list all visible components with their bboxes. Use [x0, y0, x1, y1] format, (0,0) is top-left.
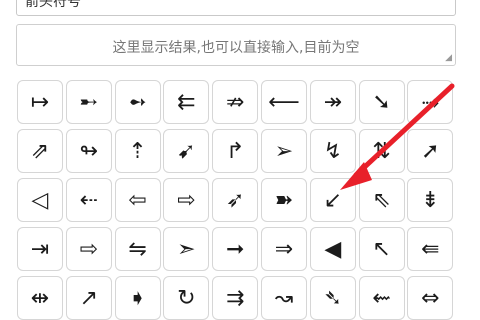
- symbol-button[interactable]: ⇉: [212, 276, 259, 320]
- symbol-button[interactable]: ➽: [260, 178, 307, 222]
- symbol-button[interactable]: ⇋: [114, 227, 161, 271]
- symbol-grid: ↦ ➸ ➻ ⇇ ⇏ ⟵ ↠ ➘ ⤑ ⇗ ↬ ⇡ ➹ ↱ ➢ ↯ ⇅ ➚ ◁ ⇠ ⇦ ⇨ ➶ ➽ ↙ ⇖ ⇟ ⇥ ⇨ ⇋ ➣ ➞ ⇒ ◀ ↖ ⇚ ⇹ ↗ ➧ ↻…: [17, 80, 454, 320]
- symbol-button[interactable]: ➢: [260, 129, 307, 173]
- symbol-button[interactable]: ↬: [65, 129, 112, 173]
- symbol-button[interactable]: ➻: [114, 80, 161, 124]
- resize-grip-icon[interactable]: ◢: [445, 54, 452, 63]
- symbol-button[interactable]: ◁: [17, 178, 63, 222]
- symbol-button[interactable]: ➴: [309, 276, 356, 320]
- symbol-button[interactable]: ⇦: [114, 178, 161, 222]
- symbol-button[interactable]: ➶: [212, 178, 259, 222]
- result-textarea[interactable]: 这里显示结果,也可以直接输入,目前为空 ◢: [16, 24, 456, 66]
- symbol-button[interactable]: ⇨: [163, 178, 210, 222]
- search-input[interactable]: 箭头符号: [16, 0, 456, 16]
- symbol-button[interactable]: ⇡: [114, 129, 161, 173]
- symbol-button[interactable]: ⇅: [358, 129, 405, 173]
- symbol-button[interactable]: ↦: [17, 80, 63, 124]
- symbol-button[interactable]: ⇔: [407, 276, 454, 320]
- symbol-button[interactable]: ⇚: [407, 227, 454, 271]
- symbol-button[interactable]: ↝: [260, 276, 307, 320]
- symbol-button[interactable]: ➹: [163, 129, 210, 173]
- result-placeholder: 这里显示结果,也可以直接输入,目前为空: [112, 40, 360, 56]
- symbol-button[interactable]: ↗: [65, 276, 112, 320]
- symbol-button[interactable]: ⤑: [407, 80, 454, 124]
- symbol-button[interactable]: ↯: [309, 129, 356, 173]
- symbol-button[interactable]: ⇇: [163, 80, 210, 124]
- symbol-button[interactable]: ⇹: [17, 276, 63, 320]
- symbol-button[interactable]: ↙: [309, 178, 356, 222]
- symbol-button[interactable]: ⇠: [65, 178, 112, 222]
- symbol-button[interactable]: ⇒: [260, 227, 307, 271]
- symbol-button[interactable]: ↻: [163, 276, 210, 320]
- symbol-button[interactable]: ⇟: [407, 178, 454, 222]
- symbol-button[interactable]: ↖: [358, 227, 405, 271]
- symbol-button[interactable]: ⇗: [17, 129, 63, 173]
- symbol-button[interactable]: ⟵: [260, 80, 307, 124]
- symbol-button[interactable]: ◀: [309, 227, 356, 271]
- symbol-button[interactable]: ➸: [65, 80, 112, 124]
- symbol-button[interactable]: ➧: [114, 276, 161, 320]
- symbol-button[interactable]: ↱: [212, 129, 259, 173]
- symbol-button[interactable]: ⇨: [65, 227, 112, 271]
- symbol-button[interactable]: ➣: [163, 227, 210, 271]
- symbol-button[interactable]: ⇜: [358, 276, 405, 320]
- symbol-button[interactable]: ⇏: [212, 80, 259, 124]
- symbol-button[interactable]: ⇥: [17, 227, 63, 271]
- symbol-button[interactable]: ↠: [309, 80, 356, 124]
- symbol-button[interactable]: ➚: [407, 129, 454, 173]
- symbol-button[interactable]: ➞: [212, 227, 259, 271]
- symbol-button[interactable]: ➘: [358, 80, 405, 124]
- symbol-button[interactable]: ⇖: [358, 178, 405, 222]
